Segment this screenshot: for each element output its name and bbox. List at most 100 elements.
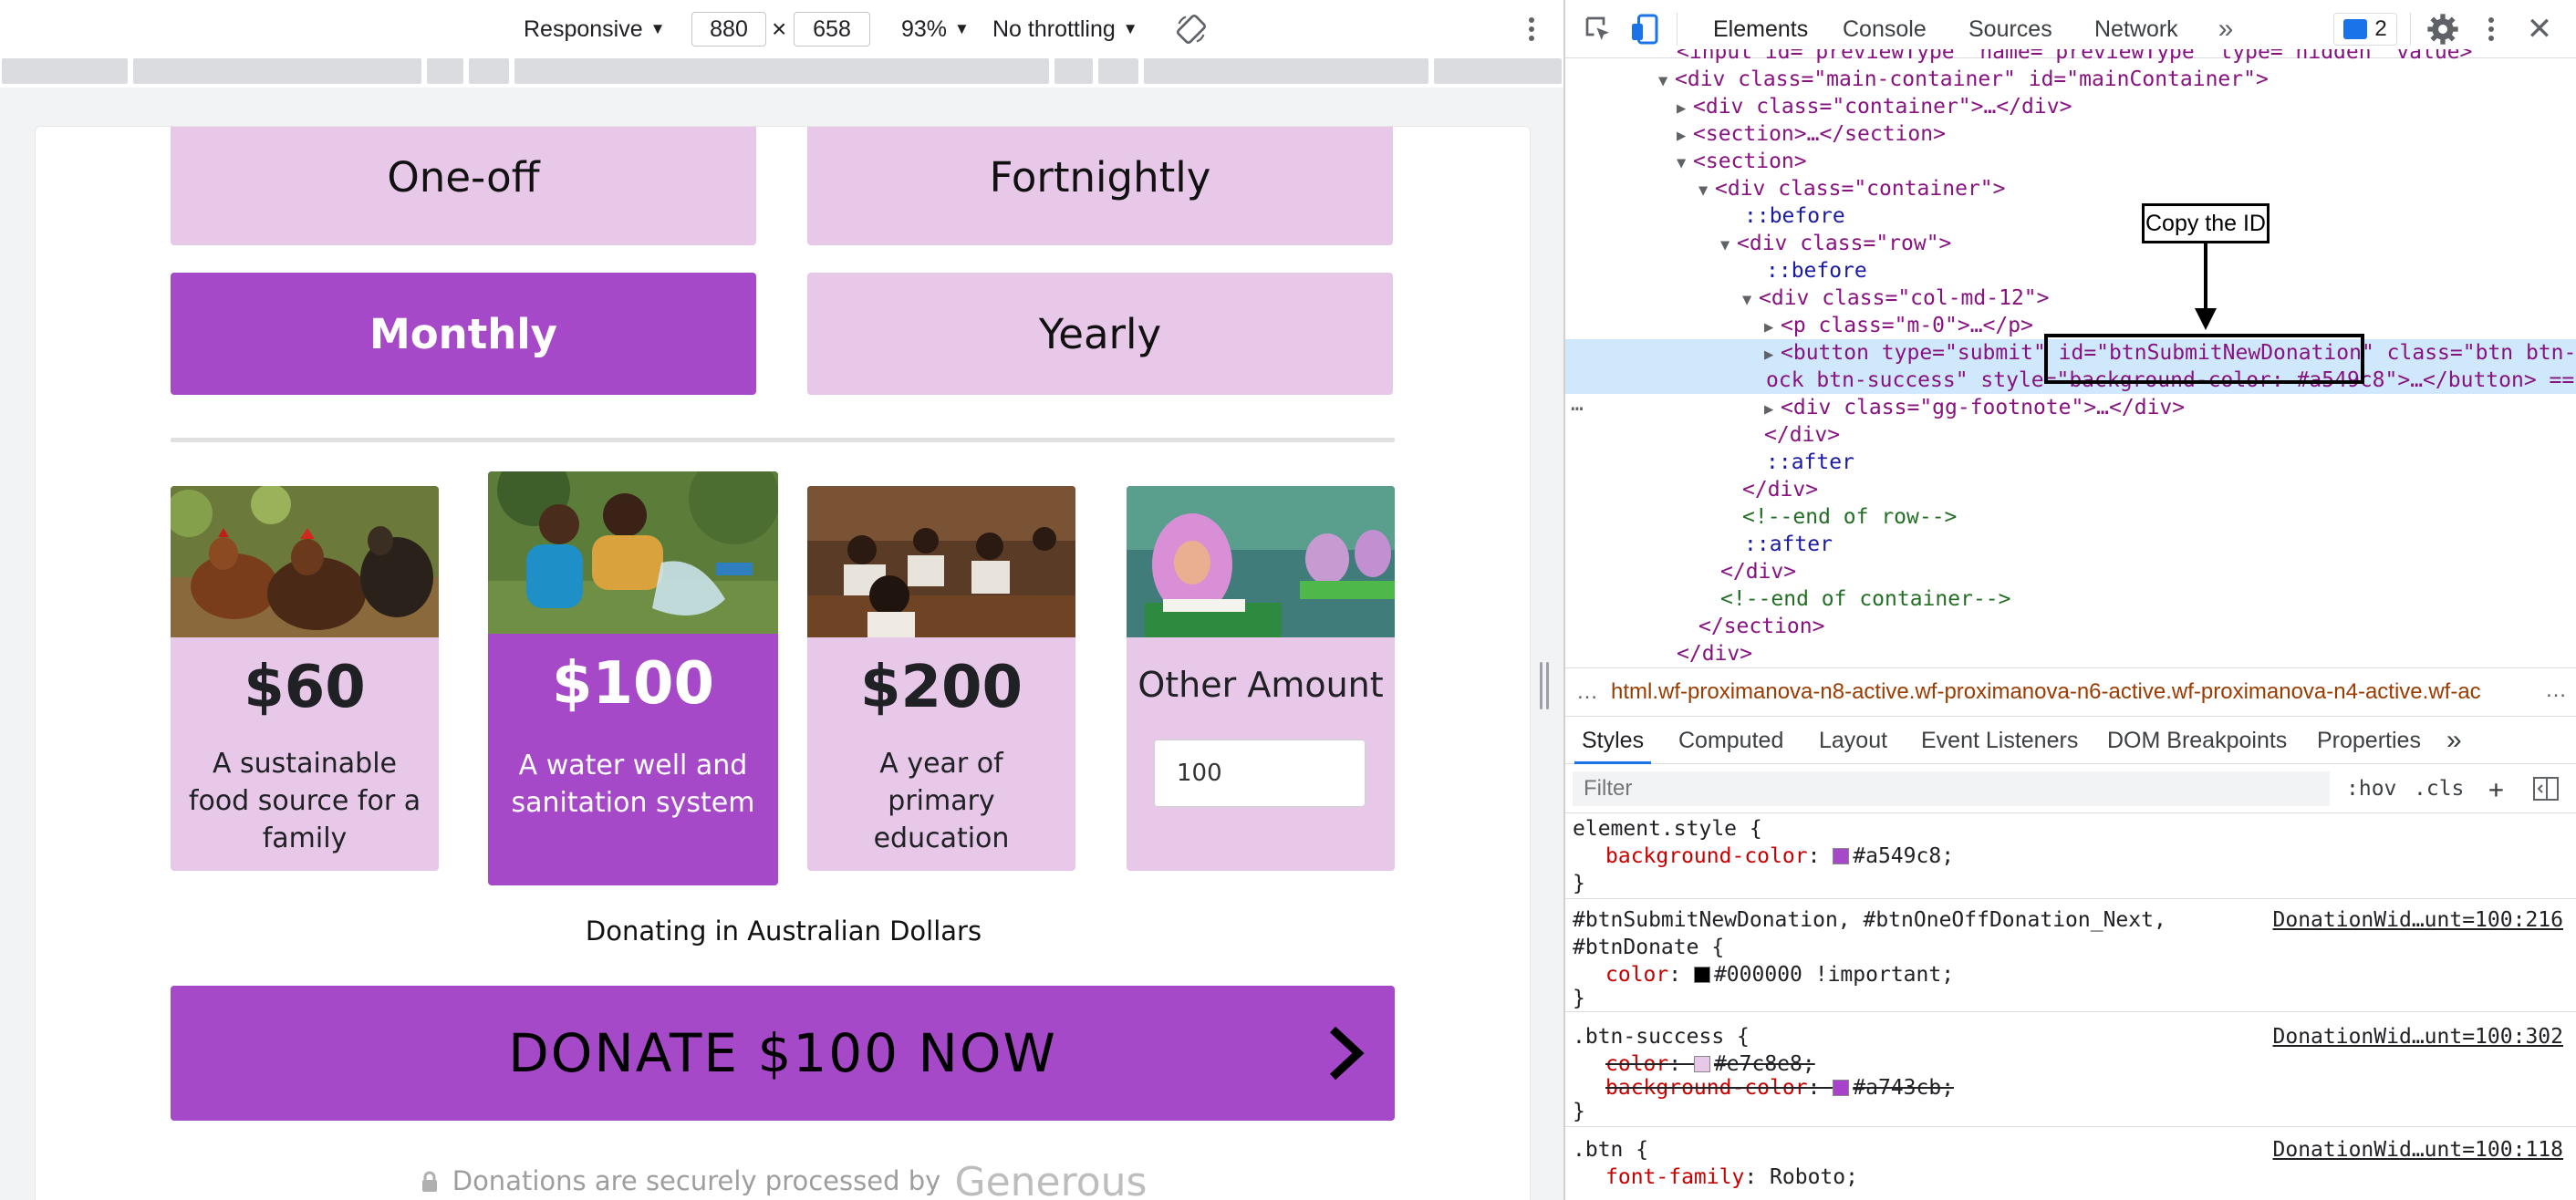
close-icon[interactable]: ✕ [2523, 11, 2556, 47]
expand-triangle-icon[interactable]: ▼ [1742, 286, 1759, 314]
chevron-right-icon [1329, 1026, 1365, 1081]
media-query-segment[interactable] [1144, 58, 1428, 84]
rule-selector[interactable]: #btnDonate { [1573, 934, 1724, 961]
media-query-segment[interactable] [2, 58, 128, 84]
resize-handle[interactable] [1540, 662, 1549, 709]
device-mode-dropdown[interactable]: Responsive ▼ [524, 0, 665, 58]
rule-selector[interactable]: #btnSubmitNewDonation, #btnOneOffDonatio… [1573, 906, 2166, 934]
amount-card-100[interactable]: $100 A water well and sanitation system [488, 471, 778, 885]
issues-badge[interactable]: 2 [2333, 13, 2397, 46]
expand-triangle-icon[interactable]: ▼ [1698, 177, 1715, 204]
rule-selector[interactable]: element.style { [1573, 815, 1762, 843]
media-query-segment[interactable] [469, 58, 509, 84]
inspect-element-icon[interactable] [1582, 13, 1615, 46]
class-toggle-button[interactable]: .cls [2414, 764, 2464, 813]
frequency-one-off-button[interactable]: One-off [171, 127, 756, 245]
sidebar-toggle-icon[interactable] [2532, 776, 2560, 802]
tab-properties[interactable]: Properties [2317, 717, 2421, 764]
tab-layout[interactable]: Layout [1819, 717, 1887, 764]
device-toggle-icon[interactable] [1629, 13, 1662, 46]
dom-node[interactable]: </section> [1565, 613, 2576, 640]
dom-node[interactable]: </div> [1565, 421, 2576, 449]
styles-filter-input[interactable] [1573, 771, 2330, 806]
frequency-monthly-button[interactable]: Monthly [171, 273, 756, 395]
media-query-segment[interactable] [133, 58, 421, 84]
style-declaration[interactable]: font-family: Roboto; [1605, 1164, 1858, 1191]
collapse-triangle-icon[interactable]: ▶ [1764, 341, 1781, 368]
expand-triangle-icon[interactable]: ▼ [1677, 150, 1693, 177]
dom-node[interactable]: <!--end of container--> [1565, 585, 2576, 613]
media-query-segment[interactable] [1054, 58, 1093, 84]
hover-state-button[interactable]: :hov [2346, 764, 2396, 813]
color-swatch-icon[interactable] [1833, 1080, 1850, 1096]
more-tabs-icon[interactable]: » [2446, 717, 2462, 764]
dom-node[interactable]: ▶ <div class="gg-footnote">…</div> [1565, 394, 2576, 421]
viewport-width-input[interactable]: 880 [691, 12, 766, 47]
more-options-icon[interactable] [2477, 13, 2505, 46]
frequency-fortnightly-button[interactable]: Fortnightly [807, 127, 1393, 245]
dom-node[interactable]: </div> [1565, 558, 2576, 585]
breadcrumb-overflow-icon[interactable]: … [1576, 679, 1598, 705]
amount-card-60[interactable]: $60 A sustainable food source for a fami… [171, 486, 439, 871]
tab-dom-breakpoints[interactable]: DOM Breakpoints [2107, 717, 2287, 764]
other-amount-input[interactable] [1154, 740, 1366, 807]
style-declaration[interactable]: color: #000000 !important; [1605, 961, 1954, 988]
tab-styles[interactable]: Styles [1574, 717, 1652, 764]
dom-node[interactable]: ▼ <div class="main-container" id="mainCon… [1565, 66, 2576, 93]
breadcrumb-more-icon[interactable]: … [2545, 678, 2567, 703]
media-query-segment[interactable] [514, 58, 1049, 84]
dom-node[interactable]: ▶ <section>…</section> [1565, 120, 2576, 148]
dom-node[interactable]: ::before [1565, 257, 2576, 284]
dom-node[interactable]: <input id="previewType" name="previewTyp… [1565, 49, 2576, 66]
dom-node[interactable]: <!--end of row--> [1565, 503, 2576, 531]
collapse-triangle-icon[interactable]: ▶ [1764, 314, 1781, 341]
dom-node[interactable]: ::after [1565, 531, 2576, 558]
dom-node[interactable]: ▼ <div class="row"> [1565, 230, 2576, 257]
viewport-height-input[interactable]: 658 [794, 12, 870, 47]
collapse-triangle-icon[interactable]: ▶ [1764, 396, 1781, 423]
color-swatch-icon[interactable] [1693, 967, 1710, 983]
more-tabs-icon[interactable]: » [2209, 13, 2242, 46]
dom-node[interactable]: </div> [1565, 640, 2576, 666]
caret-down-icon: ▼ [954, 20, 970, 37]
dom-node[interactable]: ::before [1565, 202, 2576, 230]
generous-logo[interactable]: Generous [955, 1159, 1148, 1200]
expand-triangle-icon[interactable]: ▼ [1658, 67, 1675, 95]
node-actions-icon[interactable]: … [1571, 392, 1584, 416]
rotate-icon[interactable] [1175, 13, 1208, 46]
dom-node[interactable]: ▶ <div class="container">…</div> [1565, 93, 2576, 120]
amount-card-200[interactable]: $200 A year of primary education [807, 486, 1075, 871]
tab-event-listeners[interactable]: Event Listeners [1921, 717, 2078, 764]
rule-selector[interactable]: .btn { [1573, 1136, 1648, 1164]
dom-node[interactable]: ::after [1565, 449, 2576, 476]
style-declaration[interactable]: background-color: #a549c8; [1605, 843, 1954, 870]
expand-triangle-icon[interactable]: ▼ [1720, 232, 1737, 259]
cls-label: .cls [2414, 777, 2465, 801]
collapse-triangle-icon[interactable]: ▶ [1677, 95, 1693, 122]
collapse-triangle-icon[interactable]: ▶ [1677, 122, 1693, 150]
gear-icon[interactable] [2425, 11, 2461, 47]
media-query-segment[interactable] [1098, 58, 1138, 84]
style-declaration-overridden[interactable]: background-color: #a743cb; [1605, 1074, 1954, 1102]
color-swatch-icon[interactable] [1833, 848, 1850, 864]
color-swatch-icon[interactable] [1693, 1056, 1710, 1072]
frequency-yearly-button[interactable]: Yearly [807, 273, 1393, 395]
media-query-segment[interactable] [1434, 58, 1562, 84]
rule-source-link[interactable]: DonationWid…unt=100:216 [2273, 906, 2564, 934]
throttling-dropdown[interactable]: No throttling ▼ [992, 0, 1138, 58]
rule-source-link[interactable]: DonationWid…unt=100:118 [2273, 1136, 2564, 1164]
dom-node[interactable]: ▼ <div class="col-md-12"> [1565, 284, 2576, 312]
breadcrumb-path[interactable]: html.wf-proximanova-n8-active.wf-proxima… [1611, 679, 2481, 705]
amount-card-other[interactable]: Other Amount [1127, 486, 1395, 871]
dom-node[interactable]: </div> [1565, 476, 2576, 503]
dom-node[interactable]: ▼ <div class="container"> [1565, 175, 2576, 202]
rule-source-link[interactable]: DonationWid…unt=100:302 [2273, 1023, 2564, 1050]
more-options-icon[interactable] [1518, 13, 1545, 46]
media-query-segment[interactable] [427, 58, 463, 84]
zoom-dropdown[interactable]: 93% ▼ [901, 0, 970, 58]
dom-node[interactable]: ▼ <section> [1565, 148, 2576, 175]
donate-button[interactable]: DONATE $100 NOW [171, 986, 1395, 1121]
add-rule-icon[interactable]: + [2488, 764, 2504, 813]
rule-selector[interactable]: .btn-success { [1573, 1023, 1750, 1050]
tab-computed[interactable]: Computed [1678, 717, 1783, 764]
